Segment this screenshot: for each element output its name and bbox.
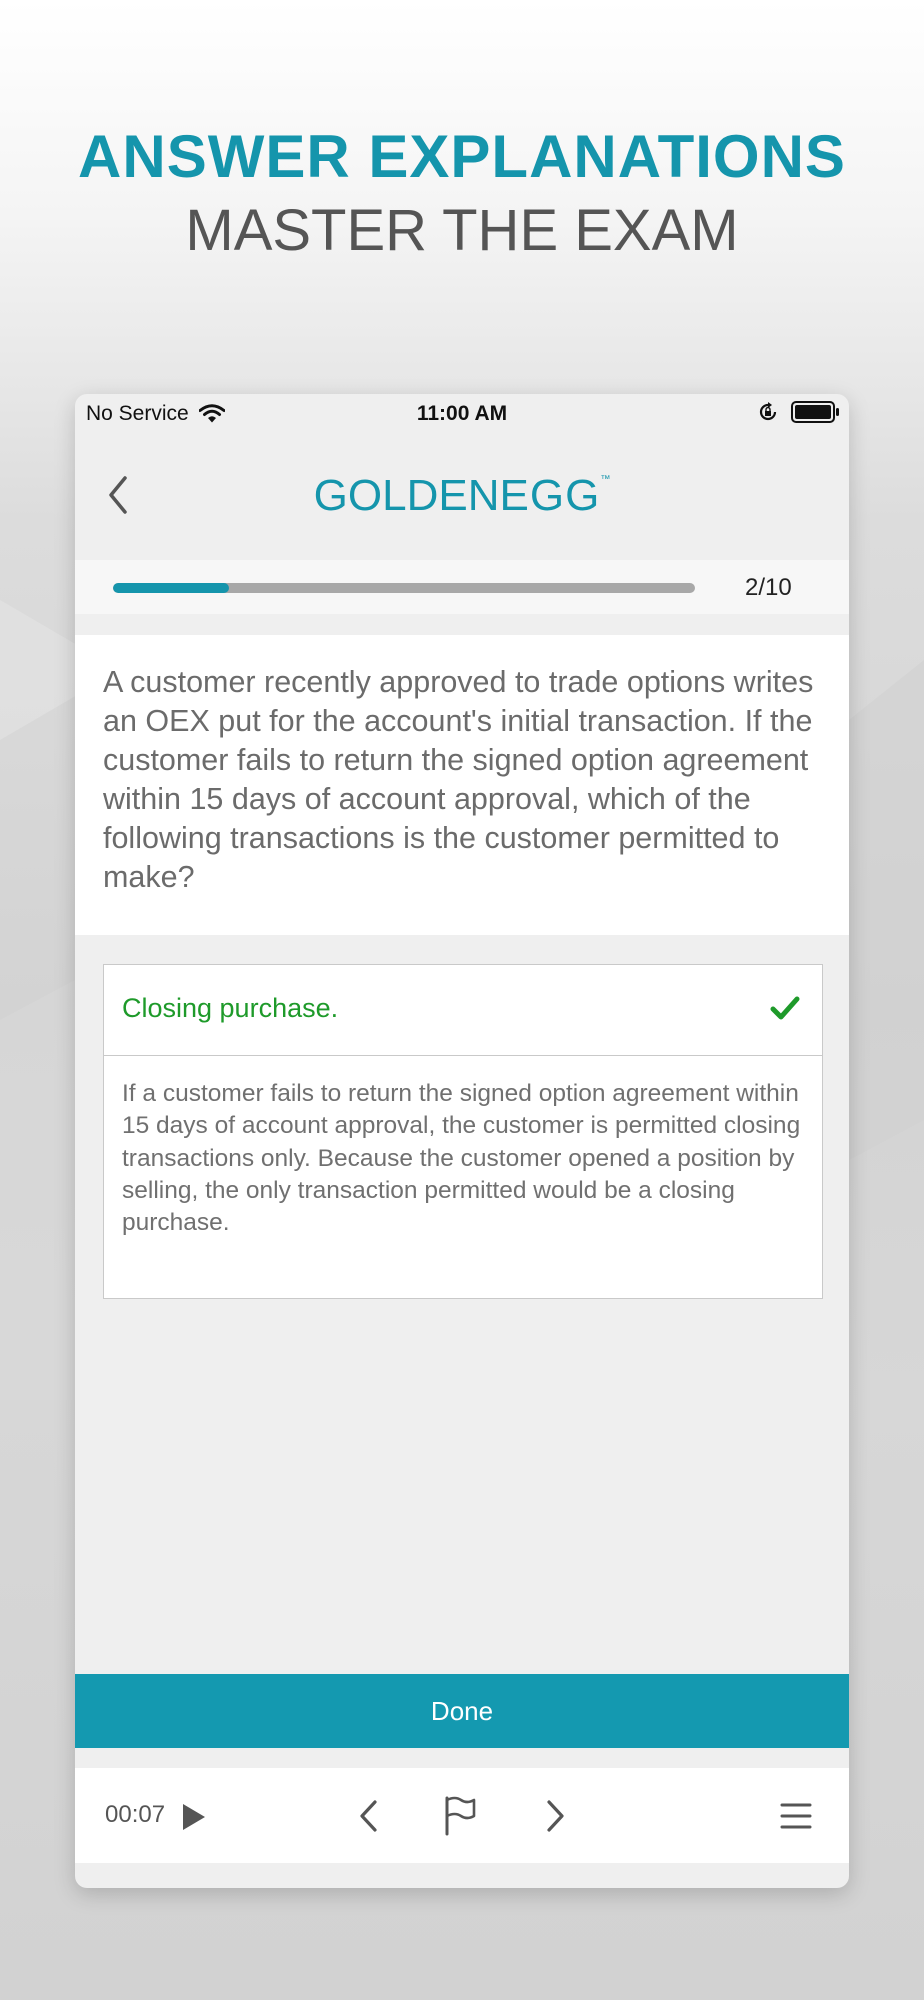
nav-bar: GOLDENEGG™ — [75, 430, 849, 558]
question-card: A customer recently approved to trade op… — [75, 635, 849, 935]
play-icon[interactable] — [181, 1802, 207, 1832]
bottom-toolbar: 00:07 — [75, 1768, 849, 1863]
question-text: A customer recently approved to trade op… — [103, 665, 814, 894]
explanation-box: If a customer fails to return the signed… — [103, 1056, 823, 1299]
golden-egg-logo: GOLDENEGG™ — [313, 471, 611, 520]
promo-subtitle: MASTER THE EXAM — [185, 198, 739, 263]
status-bar: No Service 11:00 AM — [75, 394, 849, 430]
progress-fill — [113, 583, 230, 593]
flag-icon[interactable] — [443, 1796, 477, 1836]
promo-title: ANSWER EXPLANATIONS — [78, 123, 846, 190]
timer-label: 00:07 — [105, 1801, 166, 1828]
progress-bar — [113, 583, 695, 593]
menu-icon[interactable] — [779, 1802, 813, 1830]
answer-option[interactable]: Closing purchase. — [103, 964, 823, 1056]
battery-icon — [791, 401, 839, 423]
progress-label: 2/10 — [745, 574, 792, 601]
phone-screen: No Service 11:00 AM GOLDENEGG™ 2/10 A cu… — [75, 394, 849, 1888]
next-icon[interactable] — [543, 1798, 567, 1834]
previous-icon[interactable] — [357, 1798, 381, 1834]
status-right — [757, 400, 841, 424]
orientation-lock-icon — [759, 402, 777, 421]
answer-label: Closing purchase. — [122, 993, 339, 1023]
progress-row: 2/10 — [75, 560, 849, 614]
explanation-text: If a customer fails to return the signed… — [122, 1080, 801, 1237]
check-icon — [770, 996, 800, 1020]
status-time: 11:00 AM — [416, 402, 508, 425]
done-button[interactable]: Done — [75, 1674, 849, 1748]
